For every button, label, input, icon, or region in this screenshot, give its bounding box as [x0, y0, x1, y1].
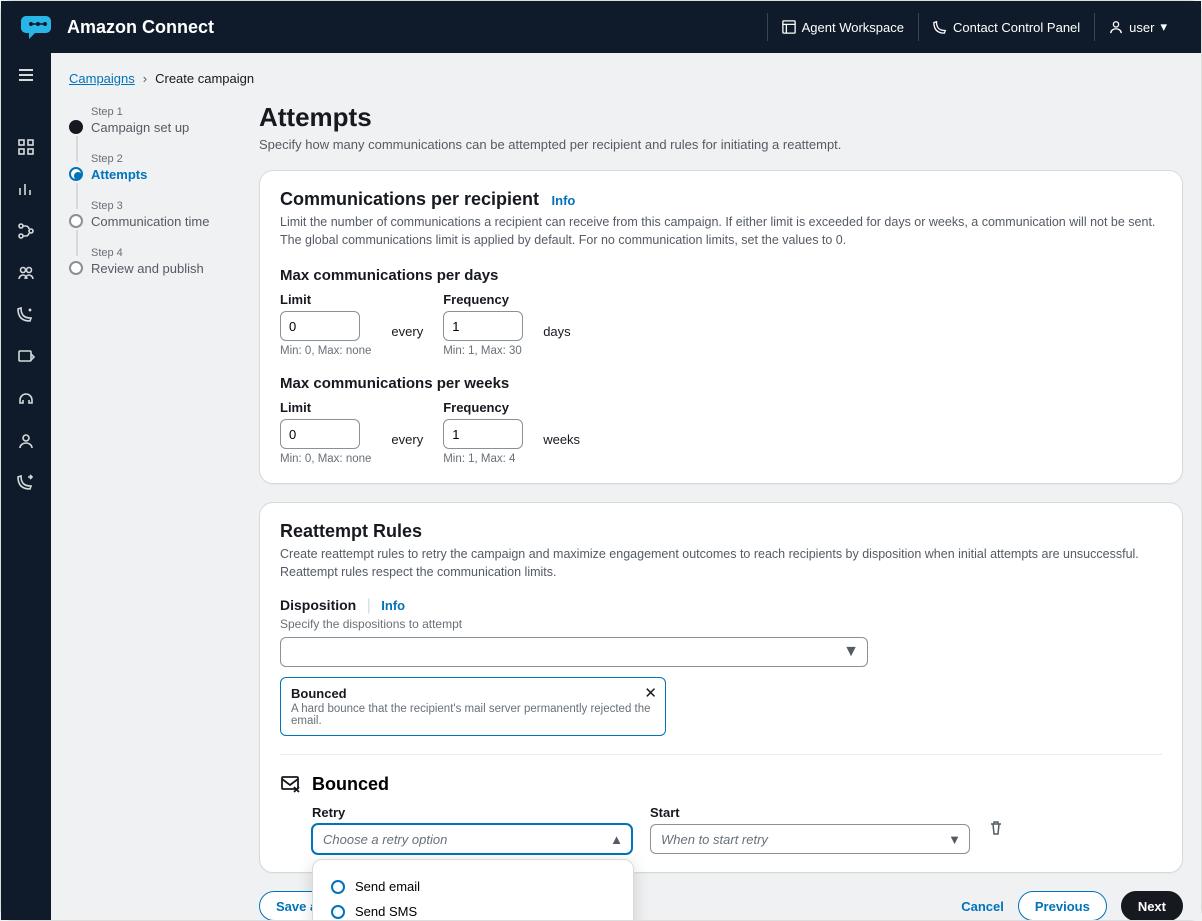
user-menu[interactable]: user ▾	[1094, 13, 1181, 41]
chevron-right-icon: ›	[143, 71, 147, 86]
routing-icon[interactable]	[16, 221, 36, 241]
disposition-info-link[interactable]: Info	[381, 598, 405, 613]
start-select[interactable]: When to start retry ▼	[650, 824, 970, 854]
delete-rule-icon[interactable]	[988, 820, 1004, 836]
weeks-freq-label: Frequency	[443, 400, 523, 415]
radio-icon	[331, 905, 345, 919]
remove-chip-icon[interactable]: ✕	[644, 684, 657, 702]
headset-icon[interactable]	[16, 389, 36, 409]
weeks-limit-hint: Min: 0, Max: none	[280, 453, 371, 465]
reattempt-panel: Reattempt Rules Create reattempt rules t…	[259, 502, 1183, 873]
weeks-heading: Max communications per weeks	[280, 375, 1162, 392]
days-limit-label: Limit	[280, 292, 371, 307]
disposition-hint: Specify the dispositions to attempt	[280, 617, 1162, 631]
device-icon[interactable]	[16, 347, 36, 367]
retry-option-send-email[interactable]: Send email	[313, 874, 633, 899]
radio-icon	[331, 880, 345, 894]
topbar: Amazon Connect Agent Workspace Contact C…	[1, 1, 1201, 53]
step-communication-time[interactable]: Step 3 Communication time	[69, 200, 239, 229]
retry-option-send-sms[interactable]: Send SMS	[313, 899, 633, 920]
caret-down-icon: ▾	[1160, 19, 1167, 35]
days-unit: days	[543, 324, 570, 339]
comm-info-link[interactable]: Info	[552, 193, 576, 208]
communications-panel: Communications per recipient Info Limit …	[259, 170, 1183, 484]
step-attempts[interactable]: Step 2 Attempts	[69, 153, 239, 182]
dashboard-icon[interactable]	[16, 137, 36, 157]
disposition-select[interactable]: ▼	[280, 637, 868, 667]
step-review-publish[interactable]: Step 4 Review and publish	[69, 247, 239, 276]
metrics-icon[interactable]	[16, 179, 36, 199]
rule-heading: Bounced	[312, 774, 389, 795]
users-icon[interactable]	[16, 263, 36, 283]
days-limit-hint: Min: 0, Max: none	[280, 345, 371, 357]
next-button[interactable]: Next	[1121, 891, 1183, 920]
person-icon[interactable]	[16, 431, 36, 451]
rules-desc: Create reattempt rules to retry the camp…	[280, 546, 1162, 581]
breadcrumb-current: Create campaign	[155, 71, 254, 86]
days-freq-label: Frequency	[443, 292, 523, 307]
start-label: Start	[650, 805, 970, 820]
weeks-unit: weeks	[543, 432, 580, 447]
retry-select[interactable]: Choose a retry option ▲	[312, 824, 632, 854]
days-freq-input[interactable]	[443, 311, 523, 341]
disposition-label: Disposition	[280, 597, 356, 613]
breadcrumb-root[interactable]: Campaigns	[69, 71, 135, 86]
cancel-button[interactable]: Cancel	[961, 899, 1004, 914]
connect-logo-icon	[21, 13, 55, 41]
retry-label: Retry	[312, 805, 632, 820]
days-limit-input[interactable]	[280, 311, 360, 341]
left-rail	[1, 53, 51, 920]
days-every-text: every	[391, 324, 423, 339]
retry-dropdown: Send email Send SMS Clear Cancel Apply	[312, 859, 634, 920]
wizard-steps: Step 1 Campaign set up Step 2 Attempts S…	[69, 102, 239, 920]
breadcrumb: Campaigns › Create campaign	[69, 71, 1183, 86]
days-heading: Max communications per days	[280, 267, 1162, 284]
caret-up-icon: ▲	[610, 832, 623, 847]
phone-forward-icon[interactable]	[16, 473, 36, 493]
comm-desc: Limit the number of communications a rec…	[280, 214, 1162, 249]
hamburger-icon[interactable]	[16, 65, 36, 85]
main-content: Campaigns › Create campaign Step 1 Campa…	[51, 53, 1201, 920]
page-title: Attempts	[259, 102, 1183, 133]
weeks-limit-input[interactable]	[280, 419, 360, 449]
weeks-freq-hint: Min: 1, Max: 4	[443, 453, 523, 465]
weeks-freq-input[interactable]	[443, 419, 523, 449]
previous-button[interactable]: Previous	[1018, 891, 1107, 920]
page-subtitle: Specify how many communications can be a…	[259, 137, 1183, 152]
comm-title: Communications per recipient	[280, 189, 539, 209]
agent-workspace-link[interactable]: Agent Workspace	[767, 13, 918, 41]
mail-bounce-icon	[280, 773, 302, 795]
disposition-chip-bounced: Bounced A hard bounce that the recipient…	[280, 677, 666, 736]
phone-settings-icon[interactable]	[16, 305, 36, 325]
brand-name: Amazon Connect	[67, 17, 214, 38]
step-campaign-setup[interactable]: Step 1 Campaign set up	[69, 106, 239, 135]
weeks-every-text: every	[391, 432, 423, 447]
days-freq-hint: Min: 1, Max: 30	[443, 345, 523, 357]
caret-down-icon: ▼	[843, 643, 859, 661]
ccp-link[interactable]: Contact Control Panel	[918, 13, 1094, 41]
rules-title: Reattempt Rules	[280, 521, 422, 541]
weeks-limit-label: Limit	[280, 400, 371, 415]
caret-down-icon: ▼	[948, 832, 961, 847]
